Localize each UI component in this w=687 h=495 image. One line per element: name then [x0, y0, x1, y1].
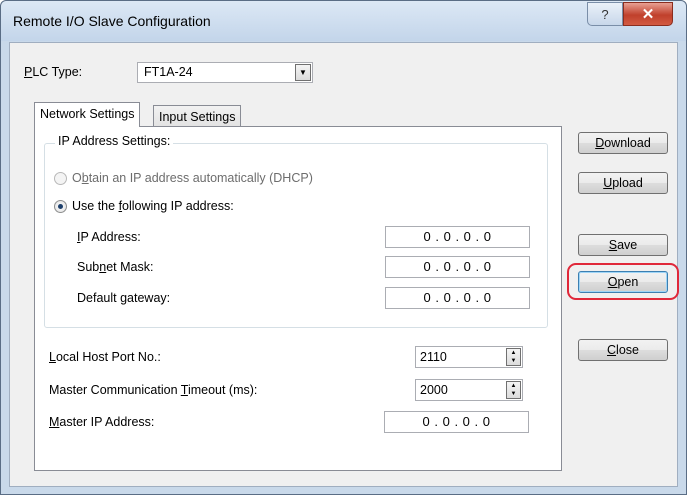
default-gateway-field[interactable]: 0 . 0 . 0 . 0: [385, 287, 530, 309]
help-button[interactable]: ?: [587, 2, 623, 26]
save-button[interactable]: Save: [578, 234, 668, 256]
subnet-mask-label: Subnet Mask:: [77, 260, 154, 274]
spinner-arrows-icon[interactable]: ▲ ▼: [506, 348, 521, 366]
tab-input-settings[interactable]: Input Settings: [153, 105, 242, 127]
manual-ip-radio[interactable]: [54, 200, 67, 213]
manual-ip-label: Use the following IP address:: [72, 199, 234, 213]
spinner-arrows-icon[interactable]: ▲ ▼: [506, 381, 521, 399]
upload-button[interactable]: Upload: [578, 172, 668, 194]
master-ip-field[interactable]: 0 . 0 . 0 . 0: [384, 411, 529, 433]
group-title: IP Address Settings:: [55, 134, 174, 148]
master-ip-label: Master IP Address:: [49, 415, 155, 429]
dhcp-label: Obtain an IP address automatically (DHCP…: [72, 171, 313, 185]
window-title: Remote I/O Slave Configuration: [13, 13, 211, 29]
title-bar[interactable]: Remote I/O Slave Configuration ? ✕: [1, 1, 686, 41]
dialog-client-area: PLC Type: FT1A-24 ▼ Network Settings Inp…: [9, 42, 679, 487]
close-button[interactable]: Close: [578, 339, 668, 361]
help-icon: ?: [601, 6, 609, 22]
close-icon: ✕: [641, 6, 655, 23]
ip-address-label: IP Address:: [77, 230, 141, 244]
local-host-port-spinner[interactable]: 2110 ▲ ▼: [415, 346, 523, 368]
network-settings-panel: IP Address Settings: Obtain an IP addres…: [34, 126, 562, 471]
plc-type-select[interactable]: FT1A-24 ▼: [137, 62, 313, 83]
window-close-button[interactable]: ✕: [623, 2, 673, 26]
master-timeout-value: 2000: [420, 383, 448, 397]
download-button[interactable]: Download: [578, 132, 668, 154]
chevron-down-icon[interactable]: ▼: [295, 64, 311, 81]
master-timeout-label: Master Communication Timeout (ms):: [49, 383, 258, 397]
ip-address-settings-group: IP Address Settings: Obtain an IP addres…: [44, 134, 548, 328]
local-host-port-value: 2110: [420, 350, 447, 364]
open-button-highlight: [567, 263, 679, 300]
plc-type-label: PLC Type:: [24, 65, 83, 79]
tab-network-settings[interactable]: Network Settings: [34, 102, 141, 127]
subnet-mask-field[interactable]: 0 . 0 . 0 . 0: [385, 256, 530, 278]
local-host-port-label: Local Host Port No.:: [49, 350, 161, 364]
master-timeout-spinner[interactable]: 2000 ▲ ▼: [415, 379, 523, 401]
dhcp-radio[interactable]: [54, 172, 67, 185]
default-gateway-label: Default gateway:: [77, 291, 171, 305]
plc-type-value: FT1A-24: [144, 65, 193, 79]
ip-address-field[interactable]: 0 . 0 . 0 . 0: [385, 226, 530, 248]
dialog-window: Remote I/O Slave Configuration ? ✕ PLC T…: [0, 0, 687, 495]
